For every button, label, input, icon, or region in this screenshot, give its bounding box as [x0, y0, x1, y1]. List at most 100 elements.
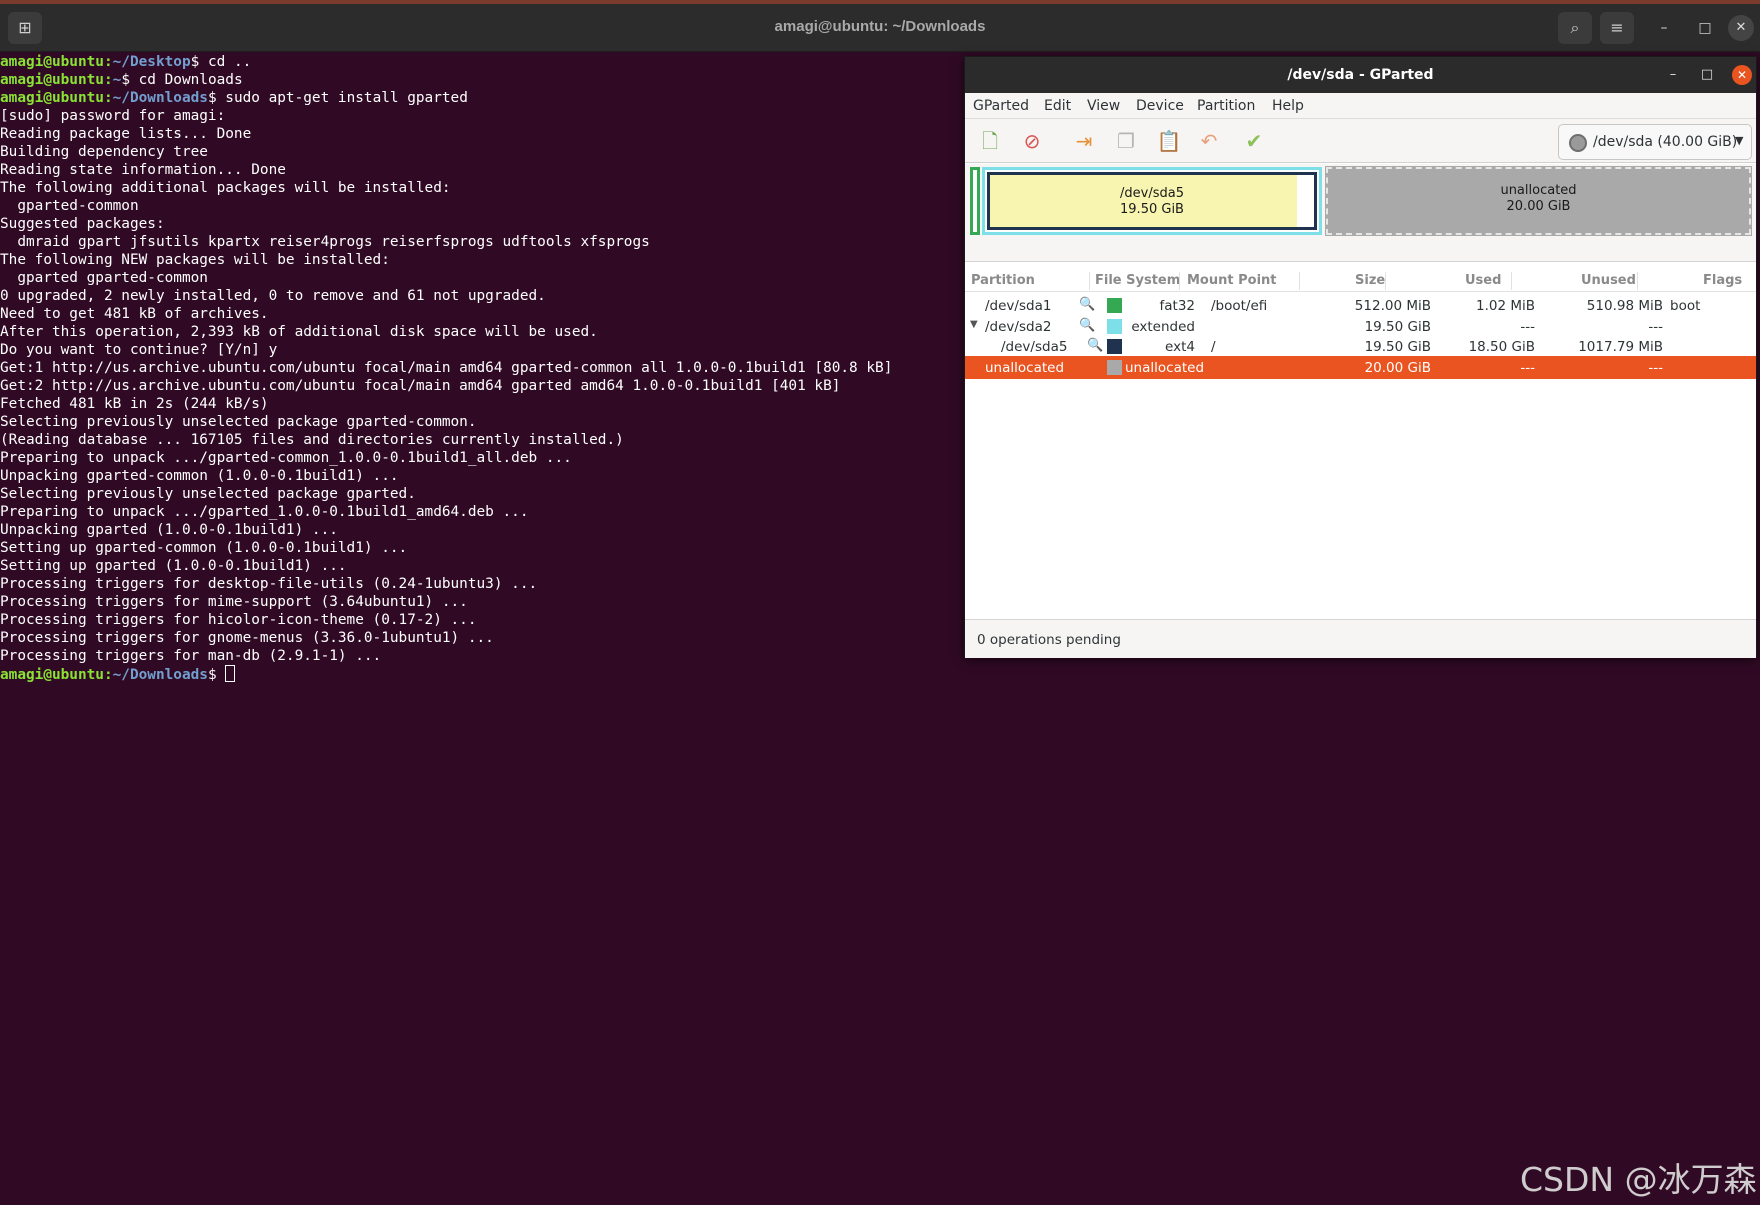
- status-bar: 0 operations pending: [965, 619, 1756, 658]
- output-text: Setting up gparted-common (1.0.0-0.1buil…: [0, 540, 408, 556]
- terminal-line: [sudo] password for amagi:: [0, 107, 1000, 125]
- cell-unused: 1017.79 MiB: [1578, 339, 1663, 355]
- output-text: The following NEW packages will be insta…: [0, 252, 390, 268]
- output-text: (Reading database ... 167105 files and d…: [0, 432, 624, 448]
- terminal-line: Processing triggers for man-db (2.9.1-1)…: [0, 647, 1000, 665]
- terminal-line: Preparing to unpack .../gparted_1.0.0-0.…: [0, 503, 1000, 521]
- chevron-down-icon: ▼: [1735, 134, 1744, 147]
- copy-icon[interactable]: ❐: [1111, 127, 1141, 155]
- terminal-line: Do you want to continue? [Y/n] y: [0, 341, 1000, 359]
- segment-unalloc-name: unallocated: [1500, 183, 1577, 198]
- cell-file-system: ext4: [1165, 339, 1195, 355]
- gparted-window: /dev/sda - GParted – □ ✕ GParted Edit Vi…: [964, 56, 1757, 658]
- menubar: GParted Edit View Device Partition Help: [965, 93, 1756, 119]
- minimize-icon[interactable]: –: [1649, 12, 1679, 44]
- cell-used: 18.50 GiB: [1468, 339, 1535, 355]
- maximize-icon[interactable]: □: [1690, 12, 1720, 44]
- terminal-line: After this operation, 2,393 kB of additi…: [0, 323, 1000, 341]
- col-partition[interactable]: Partition: [971, 273, 1035, 288]
- terminal-line: amagi@ubuntu:~/Downloads$ sudo apt-get i…: [0, 90, 468, 106]
- command-text: [217, 667, 226, 683]
- output-text: After this operation, 2,393 kB of additi…: [0, 324, 598, 340]
- terminal-line: The following NEW packages will be insta…: [0, 251, 1000, 269]
- prompt-path: ~: [112, 72, 122, 88]
- cell-file-system: extended: [1131, 319, 1195, 335]
- terminal-line: Building dependency tree: [0, 143, 1000, 161]
- device-selector[interactable]: /dev/sda (40.00 GiB) ▼: [1558, 124, 1752, 160]
- table-row[interactable]: unallocated unallocated 20.00 GiB --- ---: [965, 356, 1756, 379]
- mounted-key-icon: 🔍: [1079, 318, 1096, 333]
- terminal-line: amagi@ubuntu:~/Desktop$ cd ..: [0, 54, 252, 70]
- cell-used: ---: [1520, 360, 1535, 376]
- disk-segment-extended[interactable]: /dev/sda5 19.50 GiB: [982, 167, 1322, 235]
- disk-segment-sda1[interactable]: [970, 167, 980, 235]
- cell-unused: ---: [1648, 360, 1663, 376]
- partition-table: Partition File System Mount Point Size U…: [965, 270, 1756, 571]
- output-text: Selecting previously unselected package …: [0, 486, 416, 502]
- undo-icon[interactable]: ↶: [1194, 127, 1224, 155]
- output-text: Building dependency tree: [0, 144, 208, 160]
- menu-partition[interactable]: Partition: [1197, 98, 1255, 114]
- cell-file-system: fat32: [1159, 298, 1196, 314]
- terminal-line: Setting up gparted (1.0.0-0.1build1) ...: [0, 557, 1000, 575]
- prompt-user: amagi@ubuntu: [0, 90, 104, 106]
- menu-device[interactable]: Device: [1136, 98, 1184, 114]
- command-text: sudo apt-get install gparted: [216, 90, 468, 106]
- maximize-icon[interactable]: □: [1696, 65, 1718, 85]
- output-text: Unpacking gparted (1.0.0-0.1build1) ...: [0, 522, 338, 538]
- harddisk-icon: [1569, 134, 1587, 152]
- new-partition-icon[interactable]: 🗋: [975, 127, 1005, 155]
- col-unused[interactable]: Unused: [1581, 273, 1636, 288]
- cell-partition: /dev/sda5: [1001, 339, 1068, 355]
- terminal-line: Unpacking gparted-common (1.0.0-0.1build…: [0, 467, 1000, 485]
- device-selector-label: /dev/sda (40.00 GiB): [1593, 134, 1738, 150]
- menu-gparted[interactable]: GParted: [973, 98, 1029, 114]
- menu-edit[interactable]: Edit: [1044, 98, 1071, 114]
- terminal-line: Setting up gparted-common (1.0.0-0.1buil…: [0, 539, 1000, 557]
- text-cursor: [225, 665, 236, 682]
- cell-partition: unallocated: [985, 360, 1065, 376]
- close-icon[interactable]: ✕: [1728, 15, 1754, 41]
- hamburger-menu-icon[interactable]: ≡: [1600, 12, 1634, 44]
- table-row[interactable]: /dev/sda1 🔍 fat32/boot/efi 512.00 MiB 1.02 M…: [965, 294, 1756, 317]
- cell-flags: boot: [1670, 298, 1701, 314]
- col-file-system[interactable]: File System: [1095, 273, 1180, 288]
- search-icon[interactable]: ⌕: [1558, 12, 1592, 44]
- cell-unused: 510.98 MiB: [1586, 298, 1663, 314]
- col-used[interactable]: Used: [1465, 273, 1501, 288]
- paste-icon[interactable]: 📋: [1154, 127, 1184, 155]
- terminal-line: dmraid gpart jfsutils kpartx reiser4prog…: [0, 233, 1000, 251]
- disk-segment-unallocated[interactable]: unallocated 20.00 GiB: [1325, 166, 1752, 236]
- output-text: Processing triggers for gnome-menus (3.3…: [0, 630, 494, 646]
- terminal-line: amagi@ubuntu:~/Downloads$: [0, 665, 1000, 683]
- toolbar: 🗋 ⊘ ⇥ ❐ 📋 ↶ ✔ /dev/sda (40.00 GiB) ▼: [965, 119, 1756, 163]
- delete-partition-icon[interactable]: ⊘: [1017, 127, 1047, 155]
- minimize-icon[interactable]: –: [1662, 65, 1684, 85]
- disk-segment-sda5[interactable]: /dev/sda5 19.50 GiB: [987, 172, 1317, 230]
- close-icon[interactable]: ✕: [1732, 65, 1752, 85]
- terminal-line: Get:2 http://us.archive.ubuntu.com/ubunt…: [0, 377, 1000, 395]
- output-text: Do you want to continue? [Y/n] y: [0, 342, 278, 358]
- terminal-line: Reading state information... Done: [0, 161, 1000, 179]
- terminal-line: Suggested packages:: [0, 215, 1000, 233]
- command-text: cd Downloads: [129, 72, 243, 88]
- resize-move-icon[interactable]: ⇥: [1069, 127, 1099, 155]
- cell-used: 1.02 MiB: [1475, 298, 1535, 314]
- disk-graphic: /dev/sda5 19.50 GiB unallocated 20.00 Gi…: [965, 164, 1756, 262]
- terminal-output[interactable]: amagi@ubuntu:~/Desktop$ cd .. amagi@ubunt…: [0, 53, 1000, 753]
- apply-icon[interactable]: ✔: [1239, 127, 1269, 155]
- prompt-path: ~/Desktop: [112, 54, 191, 70]
- menu-help[interactable]: Help: [1272, 98, 1304, 114]
- watermark: CSDN @冰万森: [1520, 1160, 1757, 1199]
- col-flags[interactable]: Flags: [1703, 273, 1742, 288]
- expander-icon[interactable]: ▼: [970, 319, 978, 330]
- terminal-line: 0 upgraded, 2 newly installed, 0 to remo…: [0, 287, 1000, 305]
- output-text: Need to get 481 kB of archives.: [0, 306, 269, 322]
- table-row[interactable]: /dev/sda5 🔍 ext4 / 19.50 GiB 18.50 GiB 1017.79…: [965, 335, 1756, 358]
- terminal-line: The following additional packages will b…: [0, 179, 1000, 197]
- cell-size: 20.00 GiB: [1364, 360, 1431, 376]
- menu-view[interactable]: View: [1087, 98, 1120, 114]
- col-mount-point[interactable]: Mount Point: [1187, 273, 1277, 288]
- col-size[interactable]: Size: [1355, 273, 1385, 288]
- output-text: Reading state information... Done: [0, 162, 286, 178]
